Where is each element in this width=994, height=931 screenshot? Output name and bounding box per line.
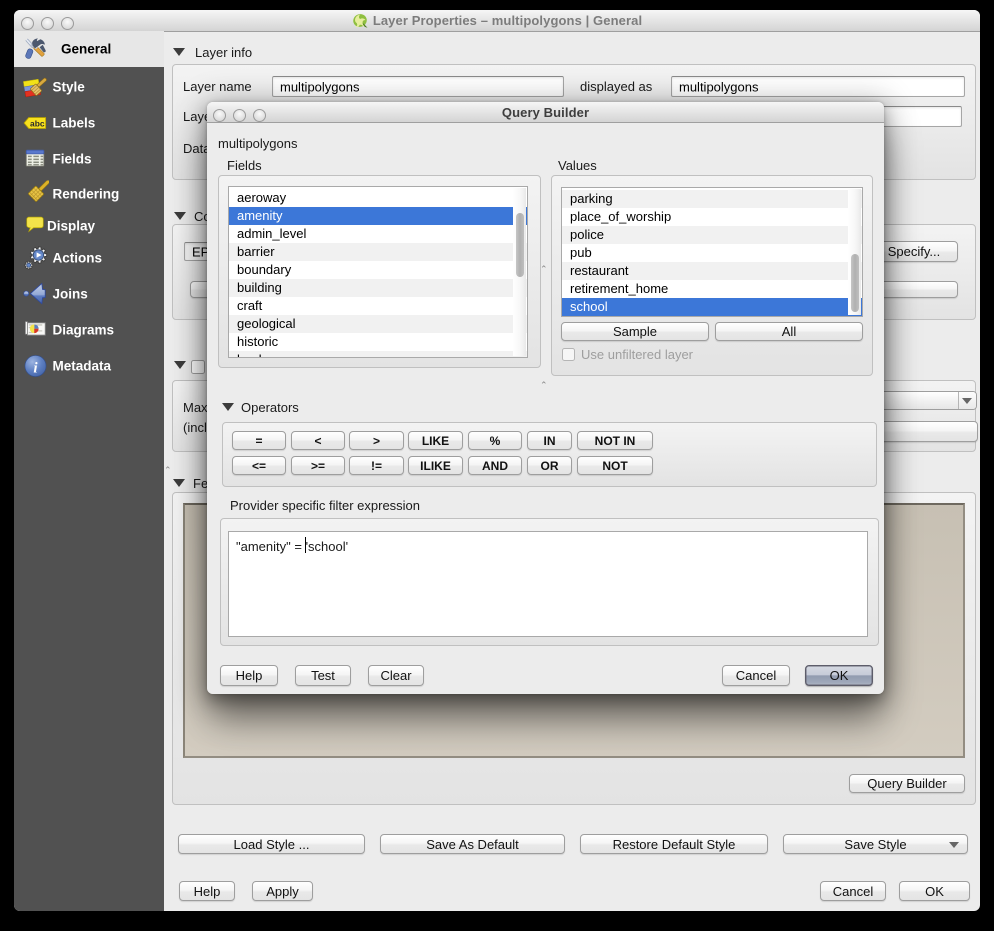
svg-text:abc: abc	[30, 118, 45, 128]
